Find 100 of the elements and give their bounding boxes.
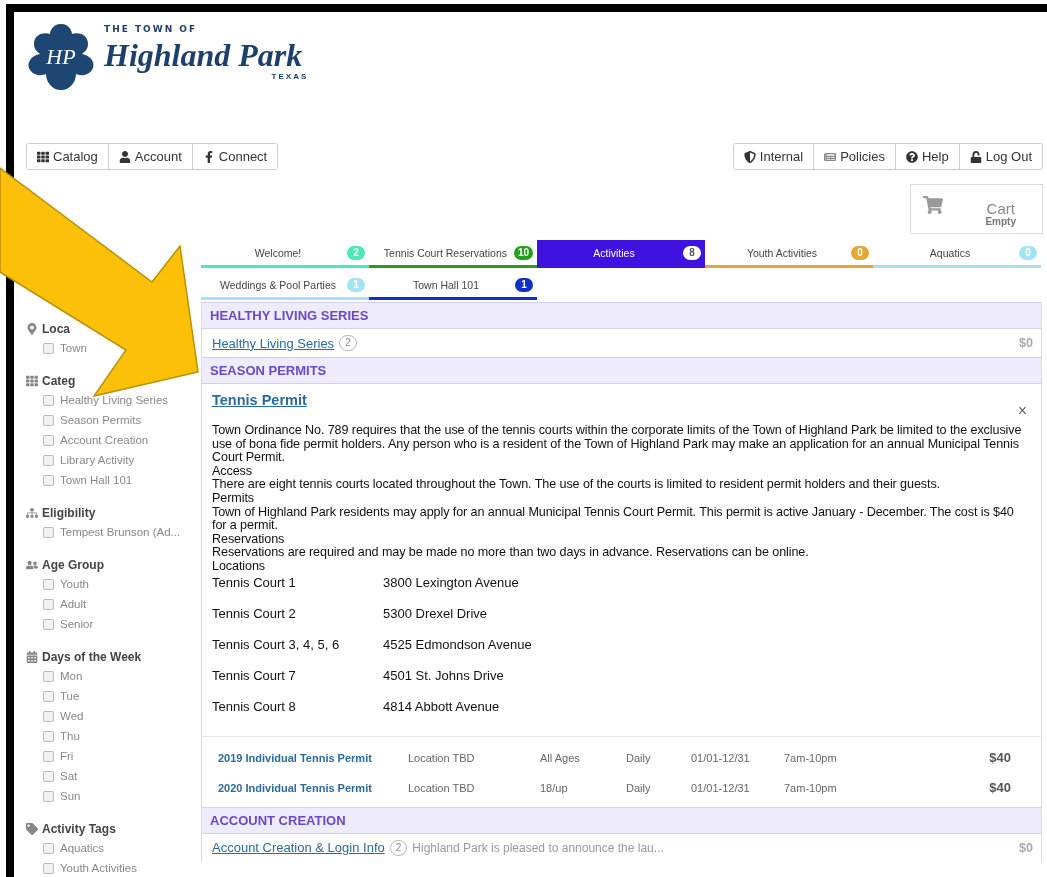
checkbox[interactable]: [43, 578, 54, 590]
shield-icon: [743, 150, 756, 163]
session-link[interactable]: 2020 Individual Tennis Permit: [218, 781, 408, 794]
checkbox[interactable]: [43, 414, 54, 426]
activity-title-link[interactable]: Tennis Permit: [212, 392, 307, 408]
filter-label: Account Creation: [60, 434, 149, 446]
count-badge: 1: [347, 277, 365, 292]
court-name: Tennis Court 2: [212, 605, 297, 621]
help-icon: [906, 150, 918, 163]
activity-link[interactable]: Healthy Living Series: [212, 335, 335, 351]
filter-label: Healthy Living Series: [60, 394, 169, 406]
session-ages: All Ages: [540, 751, 581, 764]
description-text: Locations: [212, 559, 266, 574]
description-text: Town Ordinance No. 789 requires that the use of the tennis courts within the corporate limits of the Town of Highland Park be limited to the exclusive use of bona fide permit holders. Any person who is a resident of the Town of Highland Park may make an application for an annual Municipal Tennis Court Permit.: [212, 424, 1023, 465]
checkbox[interactable]: [43, 690, 54, 702]
checkbox[interactable]: [43, 842, 54, 854]
court-name: Tennis Court 3, 4, 5, 6: [212, 636, 341, 652]
unlock-icon: [969, 150, 982, 163]
cart-box[interactable]: Cart Empty: [910, 184, 1043, 234]
price: $0: [1019, 336, 1033, 350]
filter-heading: Loca: [42, 322, 70, 336]
count-badge: 10: [513, 245, 533, 260]
checkbox[interactable]: [43, 770, 54, 782]
checkbox[interactable]: [43, 670, 54, 682]
session-location: Location TBD: [408, 781, 476, 794]
court-address: 4814 Abbott Avenue: [383, 698, 501, 714]
session-location: Location TBD: [408, 751, 476, 764]
checkbox[interactable]: [43, 394, 54, 406]
filter-label: Tempest Brunson (Ad...: [60, 526, 181, 538]
session-ages: 18/up: [540, 781, 569, 794]
logo-name: Highland Park: [104, 36, 304, 74]
tab[interactable]: Activities 8: [537, 240, 705, 268]
filter-label: Library Activity: [60, 454, 135, 466]
cart-icon: [923, 195, 943, 215]
filter-label: Mon: [60, 670, 83, 682]
nav-button[interactable]: Connect: [191, 144, 278, 169]
checkbox[interactable]: [43, 454, 54, 466]
court-address: 4525 Edmondson Avenue: [383, 636, 532, 652]
court-name: Tennis Court 1: [212, 574, 297, 590]
checkbox[interactable]: [43, 750, 54, 762]
session-time: 7am-10pm: [784, 781, 838, 794]
activity-link[interactable]: Account Creation & Login Info: [212, 840, 385, 856]
filter-label: Sat: [60, 770, 78, 782]
filter-heading: Activity Tags: [42, 822, 116, 836]
filter-label: Sun: [60, 790, 81, 802]
activity-summary: Highland Park is pleased to announce the lau...: [412, 840, 664, 855]
filter-label: Senior: [60, 618, 94, 630]
description-text: Permits: [212, 491, 255, 506]
people-icon: [26, 559, 38, 571]
session-price: $40: [988, 750, 1011, 766]
count-badge: 0: [851, 245, 869, 260]
tag-icon: [26, 823, 38, 835]
session-time: 7am-10pm: [784, 751, 838, 764]
session-price: $40: [988, 780, 1011, 796]
grid-icon: [26, 375, 38, 387]
section-header: ACCOUNT CREATION: [202, 806, 1041, 834]
checkbox[interactable]: [43, 862, 54, 874]
description-text: Reservations: [212, 532, 286, 547]
checkbox[interactable]: [43, 434, 54, 446]
count-badge: 2: [347, 245, 365, 260]
filter-label: Season Permits: [60, 414, 142, 426]
checkbox[interactable]: [43, 342, 54, 354]
nav-button[interactable]: Log Out: [958, 144, 1042, 169]
cart-title: Cart: [986, 201, 1015, 216]
session-days: Daily: [626, 781, 691, 794]
description-text: Access: [212, 464, 253, 479]
description-text: There are eight tennis courts located throughout the Town. The use of the courts is limited to resident permit holders and their guests.: [212, 478, 941, 492]
cart-status: Empty: [985, 216, 1016, 227]
calendar-icon: [26, 651, 38, 663]
checkbox[interactable]: [43, 790, 54, 802]
filter-label: Tue: [60, 690, 80, 702]
checkbox[interactable]: [43, 618, 54, 630]
logo-state: TEXAS: [271, 72, 309, 81]
filter-label: Wed: [60, 710, 84, 722]
filter-label: Fri: [60, 750, 74, 762]
court-address: 5300 Drexel Drive: [383, 605, 489, 621]
description-text: Town of Highland Park residents may apply for an annual Municipal Tennis Court Permit. This permit is active January - December. The cost is $40 for a permit.: [212, 505, 1015, 533]
session-link[interactable]: 2019 Individual Tennis Permit: [218, 751, 408, 764]
filter-label: Town Hall 101: [60, 474, 133, 486]
section-header: HEALTHY LIVING SERIES: [202, 302, 1041, 329]
court-name: Tennis Court 8: [212, 698, 297, 714]
count-badge: 8: [683, 245, 701, 260]
checkbox[interactable]: [43, 598, 54, 610]
filter-label: Town: [60, 342, 87, 354]
filter-heading: Categ: [42, 374, 76, 388]
filter-label: Aquatics: [60, 842, 105, 854]
price: $0: [1019, 840, 1033, 855]
court-name: Tennis Court 7: [212, 667, 297, 683]
close-button[interactable]: ×: [1013, 402, 1031, 420]
description-text: Reservations are required and may be made no more than two days in advance. Reservations can be online.: [212, 546, 810, 560]
checkbox[interactable]: [43, 526, 54, 538]
checkbox[interactable]: [43, 474, 54, 486]
filter-label: Adult: [60, 598, 87, 610]
court-address: 3800 Lexington Avenue: [383, 574, 520, 590]
checkbox[interactable]: [43, 710, 54, 722]
hierarchy-icon: [26, 507, 38, 519]
checkbox[interactable]: [43, 730, 54, 742]
filter-label: Youth: [60, 578, 89, 590]
session-dates: 01/01-12/31: [691, 781, 751, 794]
pin-icon: [26, 323, 38, 335]
